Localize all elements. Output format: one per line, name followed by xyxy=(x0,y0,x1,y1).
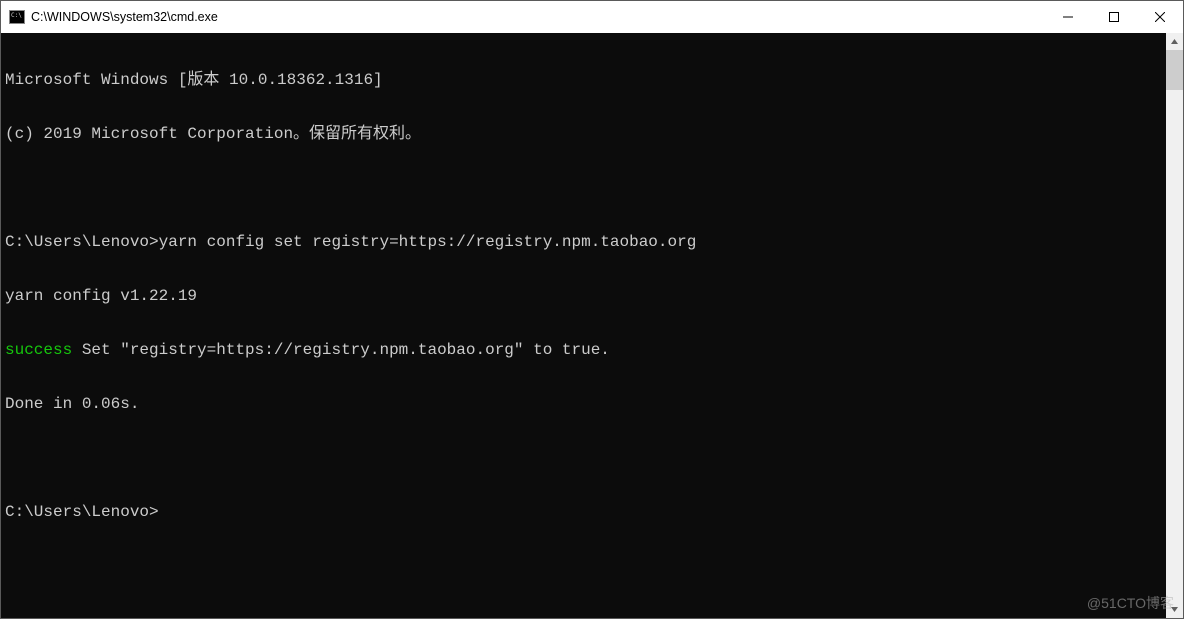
prompt: C:\Users\Lenovo> xyxy=(5,503,159,521)
window-controls xyxy=(1045,1,1183,33)
blank-line xyxy=(5,449,1162,467)
svg-text:C:\: C:\ xyxy=(11,12,22,19)
prompt: C:\Users\Lenovo> xyxy=(5,233,159,251)
success-message: Set "registry=https://registry.npm.taoba… xyxy=(72,341,610,359)
output-line: success Set "registry=https://registry.n… xyxy=(5,341,1162,359)
minimize-button[interactable] xyxy=(1045,1,1091,33)
client-area: Microsoft Windows [版本 10.0.18362.1316] (… xyxy=(1,33,1183,618)
titlebar[interactable]: C:\ C:\WINDOWS\system32\cmd.exe xyxy=(1,1,1183,33)
scroll-thumb[interactable] xyxy=(1166,50,1183,90)
maximize-button[interactable] xyxy=(1091,1,1137,33)
output-line: yarn config v1.22.19 xyxy=(5,287,1162,305)
scroll-down-button[interactable] xyxy=(1166,601,1183,618)
output-line: (c) 2019 Microsoft Corporation。保留所有权利。 xyxy=(5,125,1162,143)
prompt-line: C:\Users\Lenovo> xyxy=(5,503,1162,521)
blank-line xyxy=(5,179,1162,197)
scroll-up-button[interactable] xyxy=(1166,33,1183,50)
cmd-window: C:\ C:\WINDOWS\system32\cmd.exe Microsof… xyxy=(0,0,1184,619)
command-line: C:\Users\Lenovo>yarn config set registry… xyxy=(5,233,1162,251)
terminal-output[interactable]: Microsoft Windows [版本 10.0.18362.1316] (… xyxy=(1,33,1166,618)
output-line: Microsoft Windows [版本 10.0.18362.1316] xyxy=(5,71,1162,89)
vertical-scrollbar[interactable] xyxy=(1166,33,1183,618)
typed-command: yarn config set registry=https://registr… xyxy=(159,233,697,251)
output-line: Done in 0.06s. xyxy=(5,395,1162,413)
window-title: C:\WINDOWS\system32\cmd.exe xyxy=(31,10,1045,24)
success-label: success xyxy=(5,341,72,359)
cmd-app-icon: C:\ xyxy=(9,9,25,25)
close-button[interactable] xyxy=(1137,1,1183,33)
